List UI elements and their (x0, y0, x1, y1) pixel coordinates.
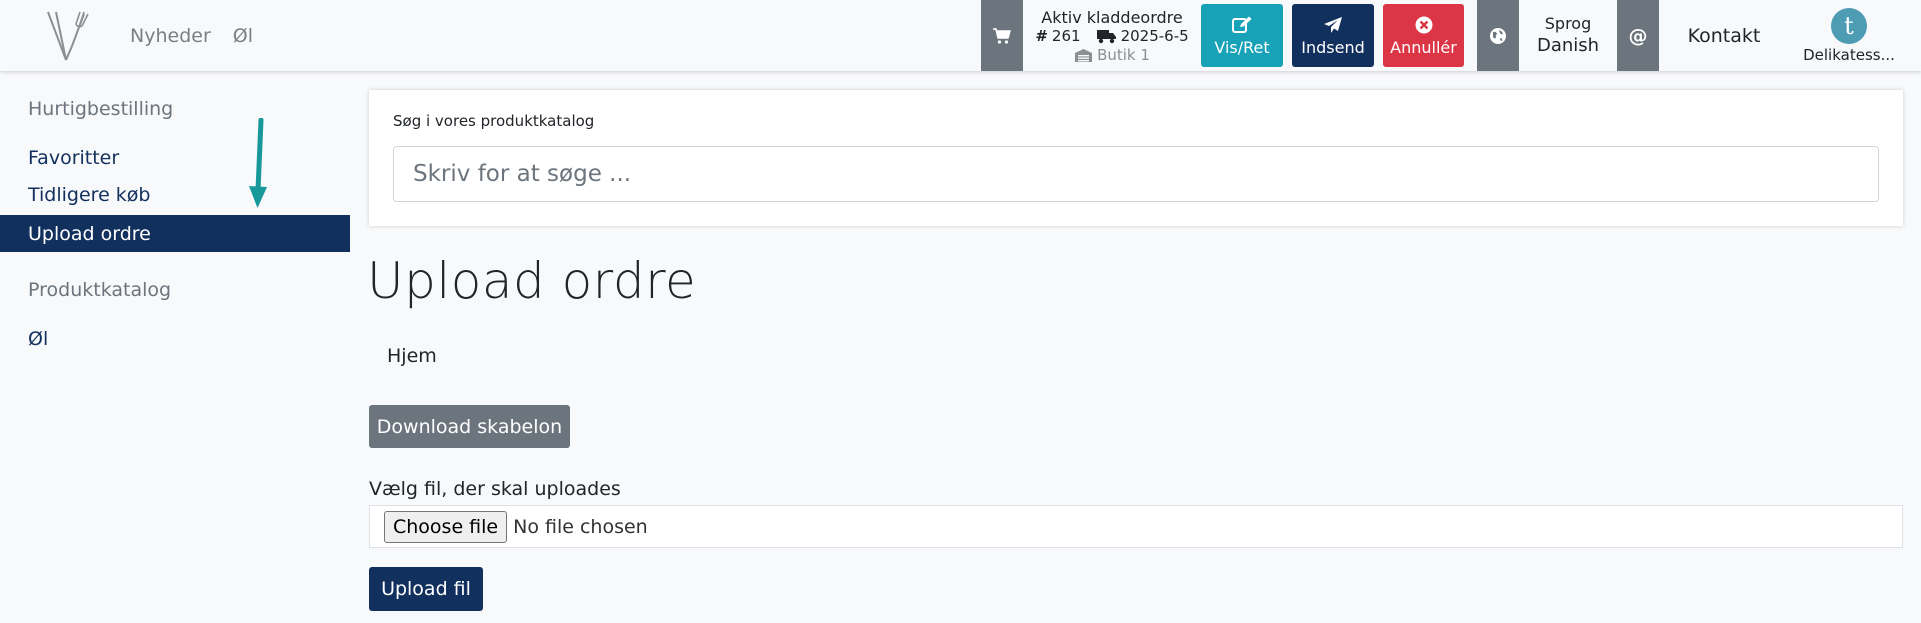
contact-link[interactable]: Kontakt (1659, 0, 1789, 71)
sidebar-heading-quick-order: Hurtigbestilling (28, 98, 174, 120)
paper-plane-icon (1323, 15, 1343, 35)
search-input[interactable] (393, 146, 1879, 202)
cart-icon (993, 27, 1011, 44)
file-upload-label: Vælg fil, der skal uploades (369, 478, 621, 500)
language-label: Sprog (1544, 13, 1592, 33)
draft-order-store-name: Butik 1 (1097, 46, 1150, 64)
file-input-field[interactable]: Choose file No file chosen (369, 505, 1903, 548)
language-value: Danish (1536, 34, 1600, 56)
draft-order-store: Butik 1 (1074, 46, 1150, 64)
annotation-arrow-icon (249, 118, 267, 208)
draft-order-meta: # 261 2025-6-5 (1035, 27, 1188, 46)
user-menu[interactable]: t Delikatess... (1789, 0, 1909, 71)
sidebar-heading-catalog: Produktkatalog (28, 279, 172, 301)
vis-ret-button[interactable]: Vis/Ret (1201, 4, 1283, 67)
warehouse-icon (1075, 49, 1093, 62)
indsend-button[interactable]: Indsend (1292, 4, 1374, 67)
times-circle-icon (1415, 15, 1433, 35)
globe-icon (1490, 27, 1506, 44)
at-icon-block[interactable]: @ (1617, 0, 1659, 71)
at-icon: @ (1628, 24, 1648, 47)
language-selector[interactable]: Sprog Danish (1519, 0, 1617, 71)
sidebar-item-favoritter[interactable]: Favoritter (28, 147, 119, 169)
sidebar-item-tidligere-kob[interactable]: Tidligere køb (28, 184, 150, 206)
annuller-label: Annullér (1390, 37, 1457, 57)
search-card: Søg i vores produktkatalog (369, 90, 1903, 226)
edit-icon (1232, 15, 1252, 35)
choose-file-button[interactable]: Choose file (384, 510, 508, 543)
hash-icon: # (1035, 27, 1048, 45)
vis-ret-label: Vis/Ret (1214, 37, 1270, 57)
page-title: Upload ordre (367, 252, 697, 310)
globe-icon-block[interactable] (1477, 0, 1519, 71)
nav-links: Nyheder Øl (130, 0, 275, 71)
breadcrumb-home[interactable]: Hjem (387, 345, 437, 367)
draft-order-date: 2025-6-5 (1120, 27, 1189, 45)
sidebar: Hurtigbestilling Favoritter Tidligere kø… (0, 71, 350, 623)
draft-order-title: Aktiv kladdeordre (1041, 8, 1183, 27)
nav-link-ol[interactable]: Øl (233, 25, 253, 47)
cart-icon-block[interactable] (981, 0, 1023, 71)
no-file-chosen-text: No file chosen (513, 515, 648, 538)
user-avatar: t (1831, 7, 1867, 44)
brand-logo[interactable] (16, 0, 116, 71)
indsend-label: Indsend (1301, 37, 1365, 57)
draft-order-number: 261 (1051, 27, 1081, 45)
user-name: Delikatess... (1803, 45, 1895, 64)
annuller-button[interactable]: Annullér (1383, 4, 1464, 67)
sidebar-item-label: Upload ordre (28, 222, 151, 245)
download-template-button[interactable]: Download skabelon (369, 405, 570, 448)
upload-file-button[interactable]: Upload fil (369, 567, 483, 611)
draft-order-info[interactable]: Aktiv kladdeordre # 261 2025-6-5 Butik 1 (1023, 0, 1201, 71)
top-navbar: Nyheder Øl Aktiv kladdeordre # 261 2025-… (0, 0, 1921, 71)
nav-link-nyheder[interactable]: Nyheder (130, 25, 211, 47)
search-label: Søg i vores produktkatalog (393, 112, 595, 130)
sidebar-item-upload-ordre[interactable]: Upload ordre (0, 215, 350, 252)
truck-icon (1096, 30, 1116, 44)
fork-knife-logo-icon (47, 11, 89, 60)
sidebar-item-catalog-ol[interactable]: Øl (28, 328, 48, 350)
